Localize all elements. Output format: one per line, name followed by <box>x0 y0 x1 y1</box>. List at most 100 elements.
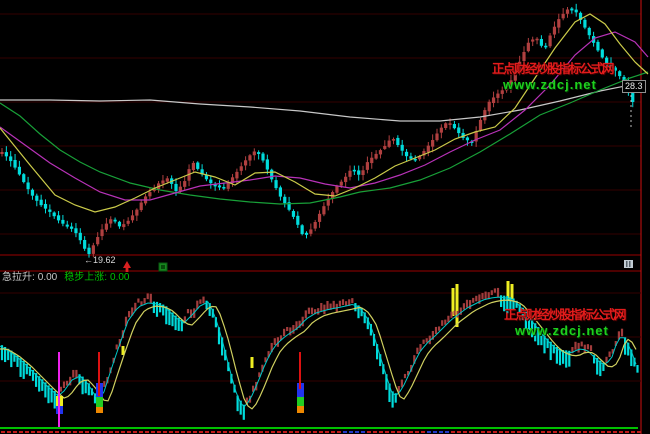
date-tick <box>463 431 467 433</box>
date-tick <box>37 431 41 433</box>
date-tick <box>565 431 569 433</box>
signal-block <box>297 397 304 406</box>
date-tick <box>151 431 155 433</box>
date-tick <box>139 431 143 433</box>
date-tick <box>469 431 473 433</box>
date-tick <box>523 431 527 433</box>
date-tick <box>367 431 371 433</box>
date-tick <box>253 431 257 433</box>
date-tick <box>613 431 617 433</box>
date-tick <box>361 431 365 433</box>
date-tick <box>475 431 479 433</box>
date-tick <box>259 431 263 433</box>
stock-chart-window: 正点财经炒股指标公式网 www.zdcj.net 正点财经炒股指标公式网 www… <box>0 0 650 434</box>
date-tick <box>493 431 497 433</box>
date-tick <box>625 431 629 433</box>
date-tick <box>13 431 17 433</box>
date-tick <box>619 431 623 433</box>
date-tick <box>589 431 593 433</box>
date-tick <box>205 431 209 433</box>
signal-block <box>96 397 103 407</box>
date-tick <box>7 431 11 433</box>
date-tick <box>355 431 359 433</box>
date-tick <box>511 431 515 433</box>
date-tick <box>529 431 533 433</box>
date-tick <box>595 431 599 433</box>
date-tick <box>499 431 503 433</box>
date-tick <box>289 431 293 433</box>
date-tick <box>169 431 173 433</box>
date-tick <box>283 431 287 433</box>
date-tick <box>427 431 431 433</box>
date-tick <box>211 431 215 433</box>
date-tick <box>1 431 5 433</box>
date-tick <box>505 431 509 433</box>
date-tick <box>163 431 167 433</box>
date-tick <box>193 431 197 433</box>
date-tick <box>577 431 581 433</box>
date-tick <box>373 431 377 433</box>
date-tick <box>271 431 275 433</box>
date-tick <box>385 431 389 433</box>
date-tick <box>553 431 557 433</box>
date-tick <box>421 431 425 433</box>
date-tick <box>451 431 455 433</box>
date-tick <box>415 431 419 433</box>
date-tick <box>559 431 563 433</box>
date-tick <box>445 431 449 433</box>
date-tick <box>181 431 185 433</box>
date-tick <box>637 431 641 433</box>
date-tick <box>457 431 461 433</box>
date-tick <box>535 431 539 433</box>
date-tick <box>541 431 545 433</box>
date-tick <box>223 431 227 433</box>
date-tick <box>571 431 575 433</box>
date-tick <box>25 431 29 433</box>
date-tick <box>307 431 311 433</box>
date-tick <box>103 431 107 433</box>
date-tick <box>517 431 521 433</box>
date-tick <box>247 431 251 433</box>
signal-block <box>297 406 304 413</box>
date-tick <box>235 431 239 433</box>
date-tick <box>91 431 95 433</box>
date-tick <box>331 431 335 433</box>
date-tick <box>175 431 179 433</box>
date-tick <box>379 431 383 433</box>
date-tick <box>115 431 119 433</box>
right-strip-marker-icon <box>624 260 633 268</box>
date-tick <box>187 431 191 433</box>
date-tick <box>157 431 161 433</box>
signal-block <box>96 407 103 413</box>
date-tick <box>229 431 233 433</box>
date-tick <box>313 431 317 433</box>
chart-canvas[interactable] <box>0 0 650 434</box>
date-tick <box>319 431 323 433</box>
date-tick <box>55 431 59 433</box>
date-tick <box>325 431 329 433</box>
date-tick <box>97 431 101 433</box>
date-tick <box>301 431 305 433</box>
date-tick <box>31 431 35 433</box>
date-tick <box>337 431 341 433</box>
date-tick <box>145 431 149 433</box>
date-tick <box>199 431 203 433</box>
main-chart-panel[interactable] <box>0 0 650 272</box>
date-tick <box>133 431 137 433</box>
date-tick <box>481 431 485 433</box>
date-tick <box>601 431 605 433</box>
date-tick <box>85 431 89 433</box>
date-tick <box>67 431 71 433</box>
date-tick <box>433 431 437 433</box>
date-tick <box>409 431 413 433</box>
date-tick <box>439 431 443 433</box>
date-tick <box>295 431 299 433</box>
date-tick <box>391 431 395 433</box>
date-tick <box>73 431 77 433</box>
date-tick <box>583 431 587 433</box>
date-tick <box>349 431 353 433</box>
date-tick <box>121 431 125 433</box>
date-tick <box>49 431 53 433</box>
date-tick <box>217 431 221 433</box>
date-tick <box>61 431 65 433</box>
